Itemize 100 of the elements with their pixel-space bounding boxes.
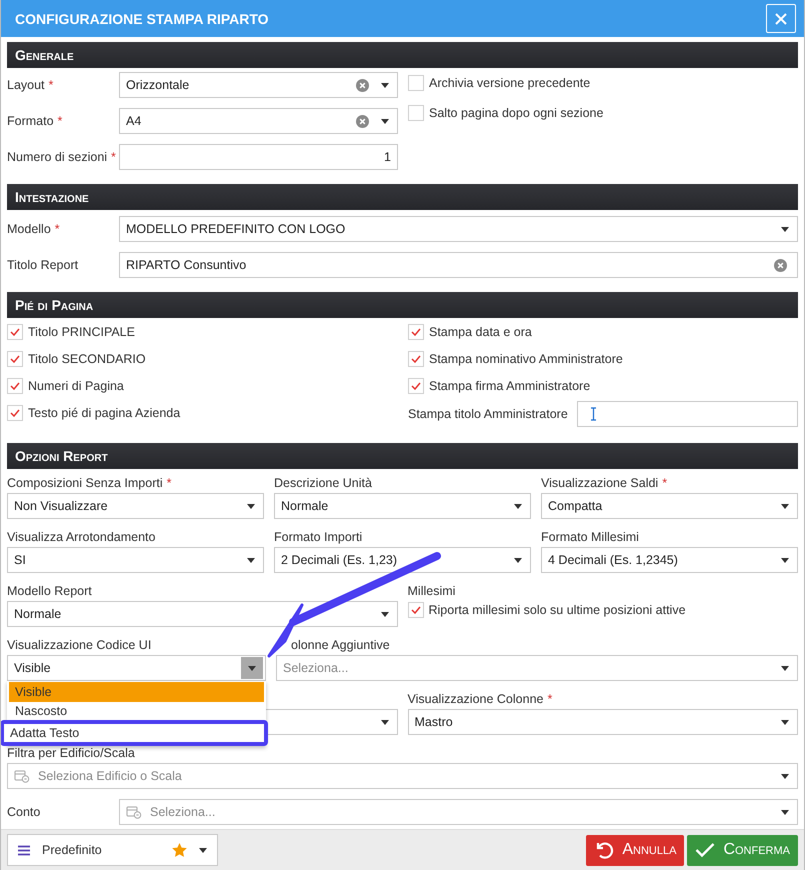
- field-value: A4: [126, 114, 142, 128]
- field-label: Modello: [7, 222, 51, 236]
- caret-icon[interactable]: [247, 504, 255, 508]
- check-icon: [10, 328, 20, 336]
- caret-icon[interactable]: [781, 810, 789, 814]
- confirm-button[interactable]: Conferma: [687, 834, 798, 866]
- checkbox[interactable]: [408, 378, 424, 394]
- checkbox-label: Numeri di Pagina: [28, 379, 124, 393]
- caret-icon[interactable]: [781, 504, 789, 508]
- caret-icon[interactable]: [781, 558, 789, 562]
- caret-icon[interactable]: [381, 118, 389, 124]
- field-value: 2 Decimali (Es. 1,23): [281, 553, 398, 567]
- select-field[interactable]: 2 Decimali (Es. 1,23): [274, 547, 531, 573]
- field-label: olonne Aggiuntive: [291, 638, 390, 652]
- close-button[interactable]: [766, 4, 796, 33]
- close-icon: [774, 12, 788, 26]
- select-field[interactable]: Visible: [7, 655, 266, 681]
- dropdown-toggle[interactable]: [241, 657, 263, 679]
- dropdown-option[interactable]: Nascosto: [9, 702, 264, 719]
- caret-icon[interactable]: [781, 226, 789, 232]
- field-value: 4 Decimali (Es. 1,2345): [548, 553, 679, 567]
- text-field[interactable]: RIPARTO Consuntivo: [119, 252, 798, 278]
- dropdown-option[interactable]: Visible: [9, 682, 264, 702]
- field-label: Visualizzazione Saldi: [541, 476, 658, 490]
- checkbox[interactable]: [7, 405, 23, 421]
- field-value: Visible: [14, 661, 52, 675]
- undo-icon: [594, 840, 614, 860]
- checkbox[interactable]: [7, 351, 23, 367]
- checkbox-label: Stampa nominativo Amministratore: [429, 352, 623, 366]
- check-icon: [10, 382, 20, 390]
- checkbox-label: Stampa data e ora: [429, 325, 532, 339]
- required-mark: *: [662, 476, 668, 490]
- caret-icon[interactable]: [514, 504, 522, 508]
- field-label: Filtra per Edificio/Scala: [7, 746, 135, 760]
- field-label: Visualizzazione Codice UI: [7, 638, 152, 652]
- picker-field[interactable]: Seleziona...: [119, 799, 798, 825]
- text-field[interactable]: [576, 401, 798, 427]
- dropdown-option[interactable]: Adatta Testo: [4, 724, 264, 742]
- field-label: Formato: [7, 114, 54, 128]
- caret-icon[interactable]: [381, 82, 389, 88]
- caret-icon[interactable]: [781, 666, 789, 670]
- required-mark: *: [54, 222, 60, 236]
- select-field[interactable]: SI: [7, 547, 264, 573]
- select-field[interactable]: Normale: [274, 493, 531, 519]
- caret-icon[interactable]: [380, 612, 388, 616]
- required-mark: *: [547, 692, 552, 706]
- select-field[interactable]: Seleziona...: [276, 655, 798, 681]
- select-field[interactable]: 4 Decimali (Es. 1,2345): [541, 547, 798, 573]
- checkbox-label: Stampa firma Amministratore: [429, 379, 590, 393]
- field-label: Layout: [7, 78, 45, 92]
- caret-icon[interactable]: [380, 720, 388, 724]
- field-value: RIPARTO Consuntivo: [126, 258, 248, 272]
- caret-icon[interactable]: [247, 558, 255, 562]
- placeholder-text: Seleziona Edificio o Scala: [38, 769, 183, 783]
- clear-icon[interactable]: [774, 258, 787, 272]
- field-value: Compatta: [548, 499, 604, 513]
- caret-icon[interactable]: [514, 558, 522, 562]
- field-label: Composizioni Senza Importi: [7, 476, 163, 490]
- field-label: Numero di sezioni: [7, 150, 108, 164]
- select-field[interactable]: Compatta: [541, 493, 798, 519]
- select-field[interactable]: A4: [119, 108, 398, 134]
- checkbox-label: Salto pagina dopo ogni sezione: [429, 106, 604, 120]
- select-field[interactable]: Mastro: [408, 709, 798, 735]
- checkbox[interactable]: [7, 378, 23, 394]
- field-value: 1: [383, 150, 391, 164]
- field-value: Mastro: [414, 715, 454, 729]
- select-field[interactable]: Non Visualizzare: [7, 493, 264, 519]
- picker-field[interactable]: Seleziona Edificio o Scala: [7, 763, 798, 789]
- field-label: Visualizzazione Colonne: [408, 692, 544, 706]
- checkbox[interactable]: [408, 602, 424, 618]
- checkbox[interactable]: [7, 324, 23, 340]
- caret-icon[interactable]: [781, 774, 789, 778]
- select-field[interactable]: MODELLO PREDEFINITO CON LOGO: [119, 216, 798, 242]
- checkbox[interactable]: [408, 351, 424, 367]
- required-mark: *: [166, 476, 172, 490]
- checkbox-label: Archivia versione precedente: [429, 76, 590, 90]
- checkbox-label: Titolo PRINCIPALE: [28, 325, 135, 339]
- checkbox[interactable]: [408, 324, 424, 340]
- caret-icon[interactable]: [781, 720, 789, 724]
- checkbox[interactable]: [408, 105, 424, 121]
- cancel-button[interactable]: Annulla: [586, 834, 684, 866]
- field-label: Descrizione Unità: [274, 476, 372, 490]
- field-value: Normale: [281, 499, 330, 513]
- checkbox[interactable]: [408, 75, 424, 91]
- calendar-icon: [14, 769, 30, 783]
- field-label: Stampa titolo Amministratore: [408, 407, 568, 421]
- select-field[interactable]: Orizzontale: [119, 72, 398, 98]
- placeholder-text: Seleziona...: [283, 661, 350, 675]
- required-mark: *: [58, 114, 62, 128]
- clear-icon[interactable]: [356, 78, 369, 92]
- text-cursor-icon: [590, 407, 597, 421]
- preset-dropdown[interactable]: Predefinito: [7, 834, 218, 866]
- check-icon: [695, 842, 716, 858]
- number-field[interactable]: 1: [119, 144, 398, 170]
- clear-icon[interactable]: [356, 114, 369, 128]
- field-label: Formato Importi: [274, 530, 362, 544]
- star-icon[interactable]: [172, 843, 187, 857]
- required-mark: *: [48, 78, 54, 92]
- select-field[interactable]: Normale: [7, 601, 398, 627]
- section-header: Opzioni Report: [7, 443, 798, 469]
